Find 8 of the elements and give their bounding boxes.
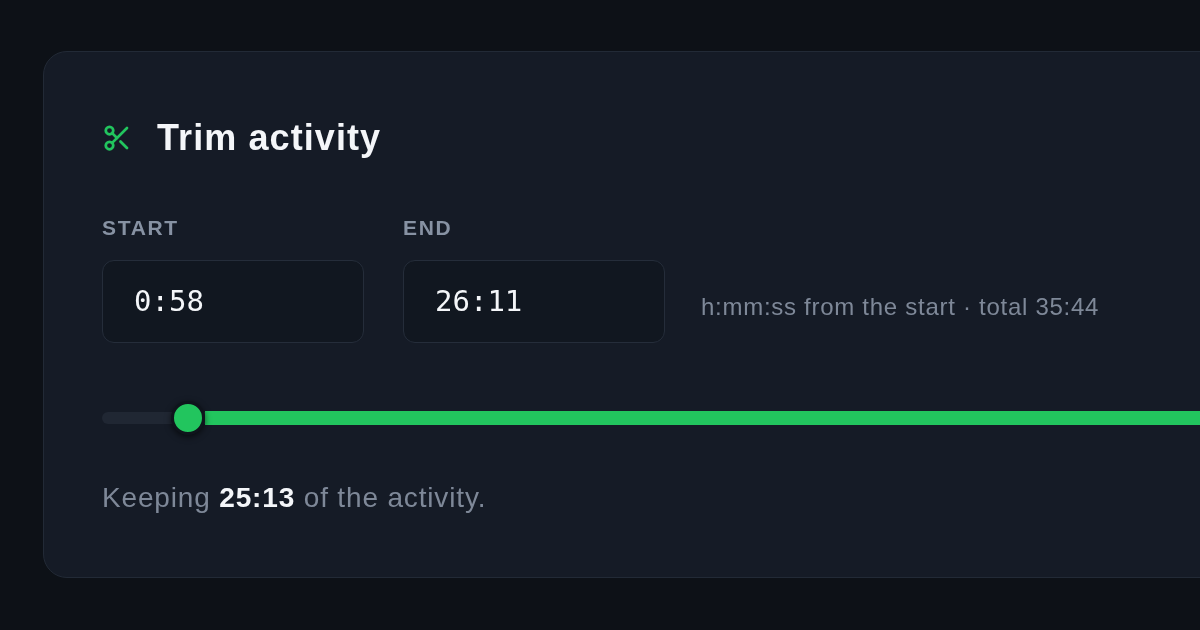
field-label: START bbox=[102, 216, 179, 240]
summary-text: Keeping 25:13 of the activity. bbox=[102, 482, 487, 514]
time-input-field[interactable]: 26:11 bbox=[403, 260, 665, 343]
time-input-field[interactable]: 0:58 bbox=[102, 260, 364, 343]
hint-text: h:mm:ss from the start · total 35:44 bbox=[701, 293, 1100, 321]
card-title: Trim activity bbox=[157, 118, 382, 158]
field-label: END bbox=[403, 216, 453, 240]
slider-handle[interactable] bbox=[170, 401, 205, 435]
